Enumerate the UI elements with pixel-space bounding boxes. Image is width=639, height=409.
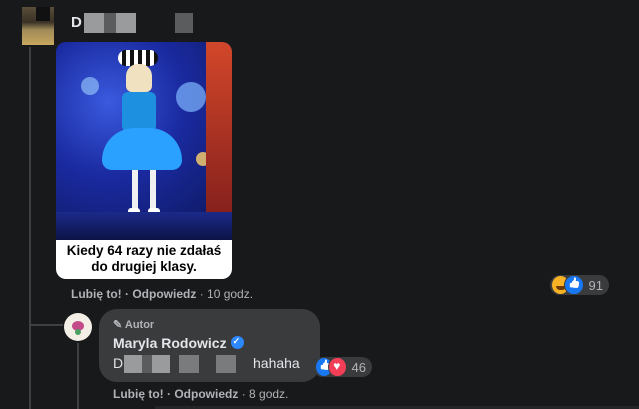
author-initial: D xyxy=(71,14,82,31)
redacted-name-block xyxy=(116,13,136,33)
redacted-tag-block xyxy=(124,355,142,373)
reply-avatar[interactable] xyxy=(64,313,92,341)
meme-photo xyxy=(56,42,232,242)
like-button[interactable]: Lubię to! xyxy=(113,387,164,401)
reply-reaction-summary[interactable]: 46 xyxy=(313,357,372,377)
reply-text: D xyxy=(113,355,123,371)
thread-line-main xyxy=(29,47,31,409)
reply-text-visible: hahaha xyxy=(253,355,300,371)
author-badge-label: Autor xyxy=(124,319,155,331)
comment-timestamp[interactable]: 10 godz. xyxy=(207,287,253,301)
reply-author-name[interactable]: Maryla Rodowicz xyxy=(113,335,244,351)
comment-actions: Lubię to! · Odpowiedz · 10 godz. xyxy=(71,287,254,301)
redacted-name-block xyxy=(84,13,104,33)
reaction-count: 91 xyxy=(588,277,603,293)
meme-caption-line2: do drugiej klasy. xyxy=(91,259,197,274)
reply-button[interactable]: Odpowiedz xyxy=(174,387,238,401)
meme-caption: Kiedy 64 razy nie zdałaś do drugiej klas… xyxy=(56,240,232,279)
verified-badge-icon xyxy=(230,336,244,349)
pencil-icon: ✎ xyxy=(113,319,123,331)
like-reaction-icon xyxy=(564,275,584,295)
reaction-summary[interactable]: 91 xyxy=(550,275,609,295)
reply-timestamp[interactable]: 8 godz. xyxy=(249,387,288,401)
redacted-tag-block xyxy=(216,355,236,373)
redacted-tag-block xyxy=(179,355,199,373)
redacted-name-block xyxy=(175,13,193,33)
love-reaction-icon xyxy=(328,357,347,377)
thread-line-reply xyxy=(77,343,79,409)
reply-text-initial: D xyxy=(113,355,124,371)
reply-button[interactable]: Odpowiedz xyxy=(132,287,196,301)
thread-line-branch xyxy=(29,324,63,326)
redacted-tag-block xyxy=(152,355,170,373)
reply-actions: Lubię to! · Odpowiedz · 8 godz. xyxy=(113,387,289,401)
reply-author-name-text: Maryla Rodowicz xyxy=(113,335,227,351)
reply-reaction-count: 46 xyxy=(351,359,366,375)
reply-bubble: ✎ Autor Maryla Rodowicz D hahaha xyxy=(99,309,320,382)
meme-caption-line1: Kiedy 64 razy nie zdałaś xyxy=(66,243,222,258)
avatar[interactable] xyxy=(22,7,54,45)
comment-image[interactable]: Kiedy 64 razy nie zdałaś do drugiej klas… xyxy=(56,42,232,279)
redacted-tag-block xyxy=(142,355,152,373)
redacted-name-block xyxy=(104,13,116,33)
like-button[interactable]: Lubię to! xyxy=(71,287,122,301)
comment-author-name[interactable]: D xyxy=(71,14,82,31)
author-badge: ✎ Autor xyxy=(113,318,154,331)
